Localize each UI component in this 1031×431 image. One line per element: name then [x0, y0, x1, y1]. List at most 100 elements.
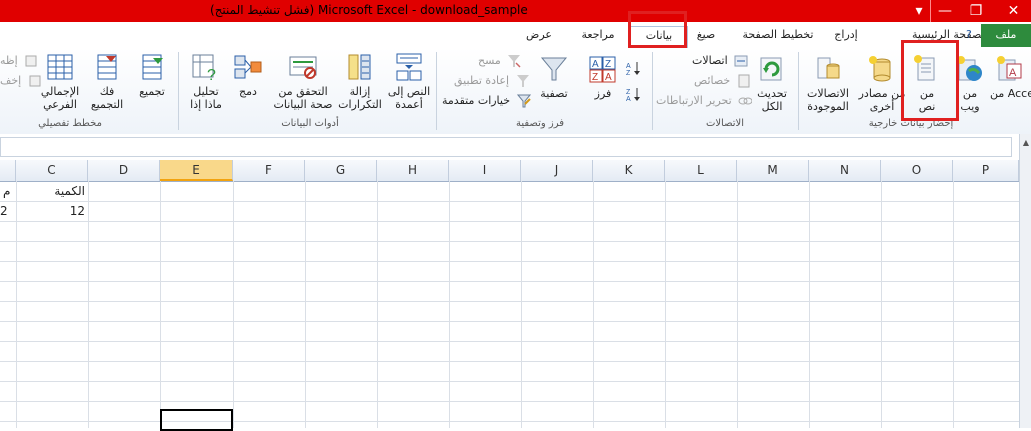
column-header-b-partial[interactable] [0, 160, 16, 181]
tab-view[interactable]: عرض [522, 26, 556, 46]
clear-filter-button[interactable]: مسح [478, 52, 521, 70]
sort-button[interactable]: AZZA فرز [586, 54, 620, 100]
from-access-button[interactable]: A من Access [990, 54, 1031, 100]
minimize-icon[interactable]: — [930, 0, 959, 22]
column-header-p[interactable]: P [953, 160, 1019, 181]
reapply-button[interactable]: إعادة تطبيق [454, 72, 530, 90]
consolidate-icon [233, 52, 263, 82]
grid-line [305, 181, 306, 428]
grid-line [0, 401, 1019, 402]
group-separator [436, 52, 437, 130]
existing-connections-button[interactable]: الاتصالات الموجودة [802, 54, 854, 113]
column-header-f[interactable]: F [233, 160, 305, 181]
filter-button[interactable]: تصفية [534, 54, 574, 100]
column-header-n[interactable]: N [809, 160, 881, 181]
help-icon[interactable]: ? [966, 28, 978, 42]
vertical-scrollbar[interactable]: ▲ [1019, 134, 1031, 428]
close-icon[interactable]: ✕ [996, 0, 1031, 22]
title-bar: (فشل تنشيط المنتج) Microsoft Excel - dow… [0, 0, 1031, 22]
ribbon-tabs: الصفحة الرئيسية إدراج تخطيط الصفحة صيغ ب… [0, 22, 1031, 49]
ribbon: A من Access من ويب من نص من مصادر أخرى ا… [0, 40, 1031, 135]
column-header-m[interactable]: M [737, 160, 809, 181]
grid-line [0, 341, 1019, 342]
column-header-l[interactable]: L [665, 160, 737, 181]
column-header-g[interactable]: G [305, 160, 377, 181]
remove-duplicates-button[interactable]: إزالة التكرارات [336, 52, 384, 111]
scroll-up-icon[interactable]: ▲ [1021, 138, 1031, 148]
ungroup-icon [92, 52, 122, 82]
group-label-outline: مخطط تفصيلي [38, 118, 102, 129]
consolidate-button[interactable]: دمج [230, 52, 266, 98]
grid-line [881, 181, 882, 428]
from-text-button[interactable]: من نص [905, 54, 949, 113]
tab-page-layout[interactable]: تخطيط الصفحة [742, 26, 814, 46]
sort-icon: AZZA [588, 54, 618, 84]
sort-desc-button[interactable]: ZA [622, 84, 648, 103]
cell-b2[interactable]: 2 [0, 201, 16, 221]
what-if-icon: ? [191, 52, 221, 84]
properties-button[interactable]: خصائص [694, 72, 751, 90]
grid-line [88, 181, 89, 428]
svg-text:A: A [626, 96, 631, 102]
advanced-filter-button[interactable]: خيارات متقدمة [442, 92, 531, 110]
refresh-all-button[interactable]: تحديث الكل [752, 54, 792, 113]
column-header-k[interactable]: K [593, 160, 665, 181]
grid-line [0, 381, 1019, 382]
ungroup-button[interactable]: فك التجميع [84, 52, 130, 111]
grid-line [521, 181, 522, 428]
cell-c2[interactable]: 12 [16, 201, 88, 221]
column-header-j[interactable]: J [521, 160, 593, 181]
svg-text:Z: Z [626, 89, 631, 96]
restore-icon[interactable]: ❐ [962, 0, 990, 22]
tab-review[interactable]: مراجعة [578, 26, 618, 46]
svg-text:Z: Z [605, 59, 611, 70]
edit-links-button[interactable]: تحرير الارتباطات [656, 92, 753, 110]
grid-line [0, 241, 1019, 242]
column-header-e[interactable]: E [160, 160, 233, 181]
column-header-d[interactable]: D [88, 160, 160, 181]
sort-asc-button[interactable]: AZ [622, 58, 648, 77]
subtotal-button[interactable]: الإجمالي الفرعي [36, 52, 84, 111]
grid-line [0, 321, 1019, 322]
data-validation-button[interactable]: التحقق من صحة البيانات [270, 52, 336, 111]
formula-input[interactable] [0, 137, 1012, 157]
from-web-button[interactable]: من ويب [952, 54, 988, 113]
column-header-o[interactable]: O [881, 160, 953, 181]
show-detail-button[interactable]: إظه [0, 52, 38, 70]
cell-c1[interactable]: الكمية [16, 181, 88, 201]
grid-line [233, 181, 234, 428]
grid-line [953, 181, 954, 428]
worksheet-grid[interactable]: م الكمية 2 12 [0, 181, 1019, 428]
what-if-analysis-button[interactable]: ? تحليل ماذا إذا [184, 52, 228, 111]
group-label-sort-filter: فرز وتصفية [515, 118, 565, 129]
link-icon [738, 94, 753, 108]
cell-b1[interactable]: م [0, 181, 16, 201]
group-label-data-tools: أدوات البيانات [281, 118, 339, 129]
text-to-columns-button[interactable]: النص إلى أعمدة [384, 52, 434, 111]
remove-duplicates-icon [345, 52, 375, 82]
connections-icon [734, 54, 748, 68]
quick-access-dropdown-icon[interactable]: ▾ [905, 0, 933, 22]
svg-text:?: ? [207, 67, 216, 82]
group-button[interactable]: تجميع [130, 52, 174, 98]
group-label-get-external-data: إحضار بيانات خارجية [868, 118, 954, 129]
reapply-icon [516, 74, 530, 88]
tab-file[interactable]: ملف [981, 24, 1031, 47]
existing-connections-icon [813, 54, 843, 84]
grid-line [809, 181, 810, 428]
column-header-c[interactable]: C [16, 160, 88, 181]
sort-ascending-icon: AZ [625, 60, 640, 77]
connections-button[interactable]: اتصالات [692, 52, 748, 70]
column-header-h[interactable]: H [377, 160, 449, 181]
grid-line [0, 261, 1019, 262]
formula-bar[interactable] [0, 134, 1031, 161]
tab-data[interactable]: بيانات [630, 26, 688, 49]
column-header-i[interactable]: I [449, 160, 521, 181]
from-other-sources-button[interactable]: من مصادر أخرى [858, 54, 906, 113]
hide-detail-button[interactable]: إخف [0, 72, 42, 90]
grid-line [0, 361, 1019, 362]
tab-formulas[interactable]: صيغ [692, 26, 720, 46]
text-file-icon [912, 54, 942, 84]
clear-filter-icon [507, 54, 521, 68]
tab-insert[interactable]: إدراج [826, 26, 866, 46]
